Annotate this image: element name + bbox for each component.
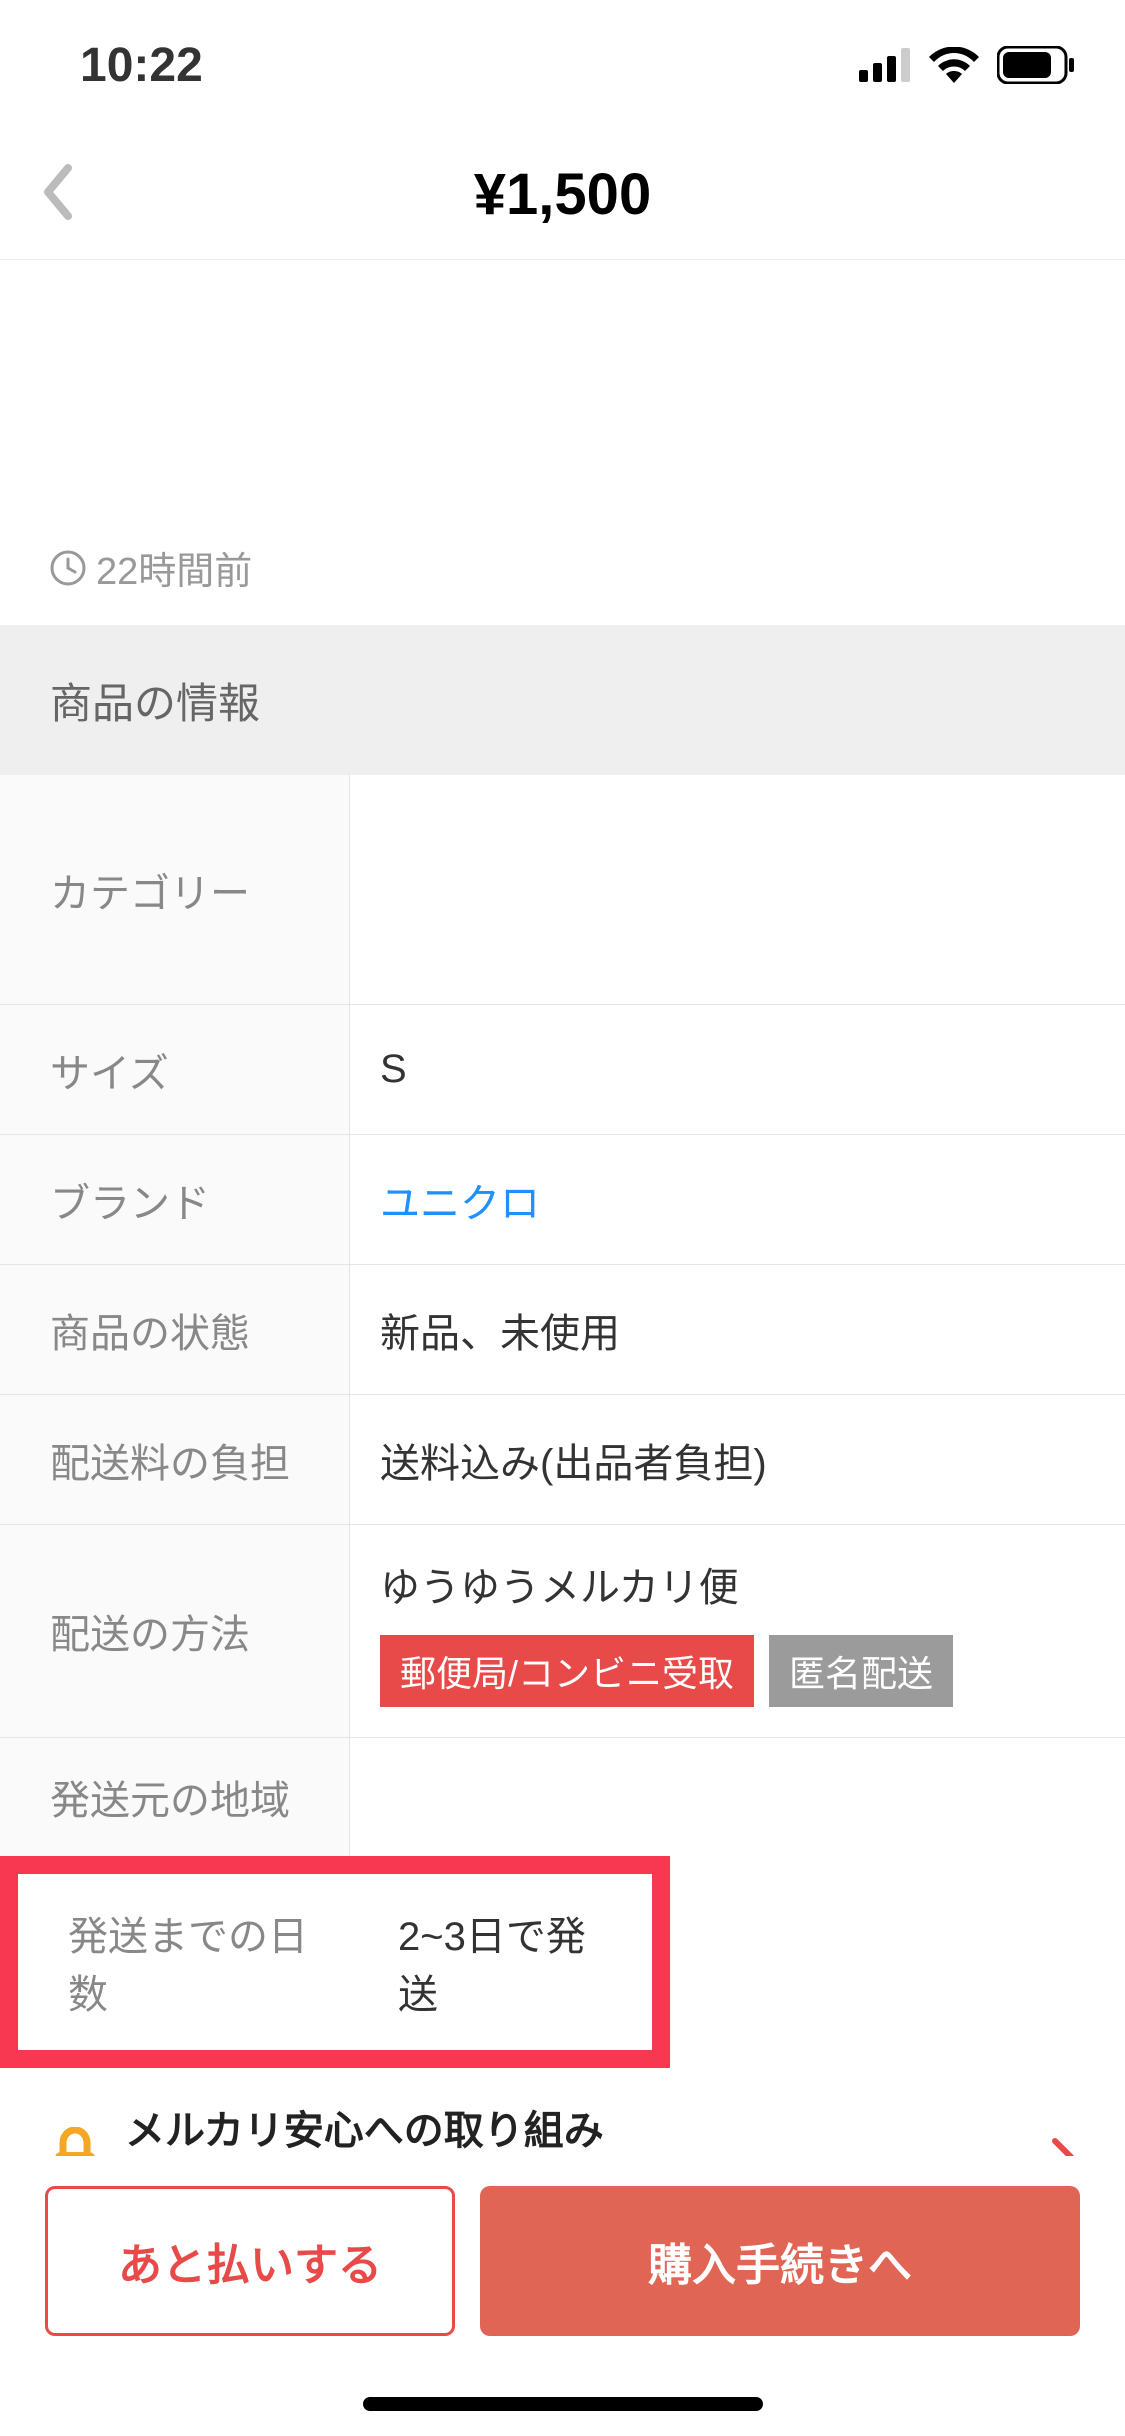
label-size: サイズ [0, 1005, 350, 1134]
status-bar: 10:22 [0, 0, 1125, 130]
value-days: 2~3日で発送 [368, 1874, 652, 2050]
cellular-icon [859, 48, 911, 82]
timestamp-row: 22時間前 [0, 520, 1125, 625]
safety-title: メルカリ安心への取り組み [125, 2098, 1026, 2156]
row-days-highlight: 発送までの日数 2~3日で発送 [0, 1856, 670, 2068]
battery-icon [997, 46, 1075, 84]
label-days: 発送までの日数 [18, 1874, 368, 2050]
label-shipping-fee: 配送料の負担 [0, 1395, 350, 1524]
back-button[interactable] [40, 164, 72, 225]
section-product-info: 商品の情報 [0, 625, 1125, 775]
row-condition: 商品の状態 新品、未使用 [0, 1265, 1125, 1395]
clock-icon [50, 550, 86, 586]
row-brand: ブランド ユニクロ [0, 1135, 1125, 1265]
value-condition: 新品、未使用 [350, 1265, 1125, 1394]
row-size: サイズ S [0, 1005, 1125, 1135]
product-info-table: カテゴリー サイズ S ブランド ユニクロ 商品の状態 新品、未使用 配送料の負… [0, 775, 1125, 2068]
chevron-left-icon [40, 164, 72, 220]
row-ship-from: 発送元の地域 [0, 1738, 1125, 1856]
status-time: 10:22 [80, 38, 203, 93]
purchase-button[interactable]: 購入手続きへ [480, 2186, 1080, 2336]
shipping-method-text: ゆうゆうメルカリ便 [380, 1555, 953, 1613]
row-shipping-fee: 配送料の負担 送料込み(出品者負担) [0, 1395, 1125, 1525]
label-condition: 商品の状態 [0, 1265, 350, 1394]
value-brand[interactable]: ユニクロ [350, 1135, 1125, 1264]
wifi-icon [929, 47, 979, 83]
label-shipping-method: 配送の方法 [0, 1525, 350, 1737]
value-shipping-method: ゆうゆうメルカリ便 郵便局/コンビニ受取 匿名配送 [350, 1525, 1125, 1737]
label-category: カテゴリー [0, 775, 350, 1004]
home-indicator[interactable] [363, 2397, 763, 2411]
label-ship-from: 発送元の地域 [0, 1738, 350, 1856]
timestamp-text: 22時間前 [96, 540, 252, 595]
bottom-bar: あと払いする 購入手続きへ [0, 2156, 1125, 2436]
page-title-price: ¥1,500 [40, 161, 1085, 228]
value-size: S [350, 1005, 1125, 1134]
row-category: カテゴリー [0, 775, 1125, 1005]
row-shipping-method: 配送の方法 ゆうゆうメルカリ便 郵便局/コンビニ受取 匿名配送 [0, 1525, 1125, 1738]
value-category [350, 775, 1125, 1004]
tag-anonymous: 匿名配送 [769, 1635, 953, 1707]
content-spacer [0, 260, 1125, 520]
pay-later-button[interactable]: あと払いする [45, 2186, 455, 2336]
header: ¥1,500 [0, 130, 1125, 260]
tag-post-convenience: 郵便局/コンビニ受取 [380, 1635, 754, 1707]
value-ship-from [350, 1738, 1125, 1856]
value-shipping-fee: 送料込み(出品者負担) [350, 1395, 1125, 1524]
status-icons [859, 46, 1075, 84]
label-brand: ブランド [0, 1135, 350, 1264]
